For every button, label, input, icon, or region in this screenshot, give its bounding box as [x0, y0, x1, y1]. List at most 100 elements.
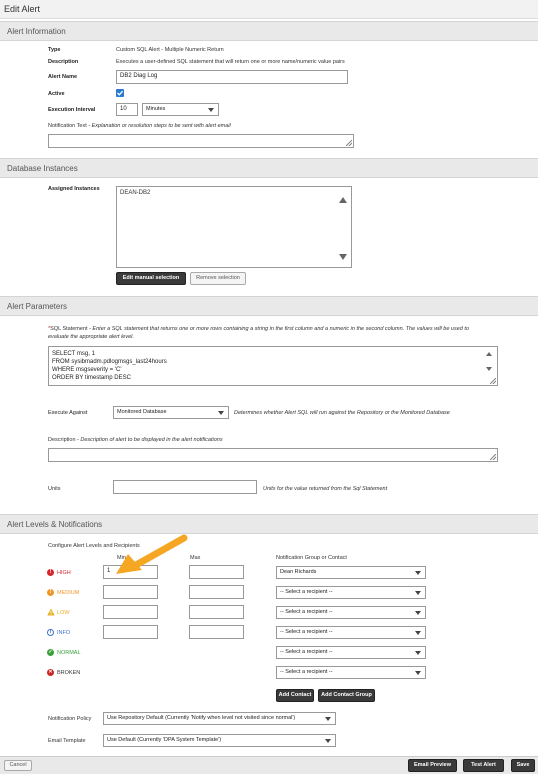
- units-label: Units: [48, 486, 61, 492]
- units-input[interactable]: [113, 480, 257, 494]
- high-recipient-select[interactable]: Dean Richards: [276, 566, 426, 579]
- low-recipient-select[interactable]: -- Select a recipient --: [276, 606, 426, 619]
- section-title: Database Instances: [7, 164, 78, 173]
- section-title: Alert Parameters: [7, 302, 68, 311]
- annotation-arrow-icon: [116, 534, 188, 574]
- execute-against-label: Execute Against: [48, 410, 88, 416]
- level-high-label: HIGH: [57, 570, 71, 576]
- resize-grip-icon[interactable]: [490, 454, 496, 460]
- save-button[interactable]: Save: [511, 759, 535, 772]
- assigned-instances-label: Assigned Instances: [48, 186, 100, 192]
- assigned-instances-list[interactable]: DEAN-DB2: [116, 186, 352, 268]
- scroll-down-icon[interactable]: [486, 367, 492, 371]
- resize-grip-icon[interactable]: [490, 378, 496, 384]
- chevron-down-icon: [415, 630, 421, 635]
- high-max-input[interactable]: [189, 565, 244, 579]
- window-title: Edit Alert: [4, 4, 41, 14]
- param-description-textarea[interactable]: [48, 448, 498, 462]
- add-contact-button[interactable]: Add Contact: [276, 689, 314, 702]
- execute-against-value: Monitored Database: [117, 409, 167, 415]
- medium-max-input[interactable]: [189, 585, 244, 599]
- edit-manual-selection-button[interactable]: Edit manual selection: [116, 272, 186, 285]
- interval-unit-value: Minutes: [146, 106, 166, 112]
- notification-text-label: Notification Text - Explanation or resol…: [48, 123, 231, 129]
- description-value: Executes a user-defined SQL statement th…: [116, 59, 345, 65]
- resize-grip-icon[interactable]: [346, 140, 352, 146]
- execute-against-select[interactable]: Monitored Database: [113, 406, 229, 419]
- section-alert-levels: Alert Levels & Notifications: [0, 514, 538, 534]
- medium-min-input[interactable]: [103, 585, 158, 599]
- checkmark-icon: [117, 90, 124, 96]
- high-level-icon: !: [47, 569, 54, 576]
- broken-level-icon: ✕: [47, 669, 54, 676]
- normal-recipient-select[interactable]: -- Select a recipient --: [276, 646, 426, 659]
- notification-policy-select[interactable]: Use Repository Default (Currently 'Notif…: [103, 712, 336, 725]
- notification-policy-value: Use Repository Default (Currently 'Notif…: [107, 715, 296, 721]
- chevron-down-icon: [415, 670, 421, 675]
- interval-unit-select[interactable]: Minutes: [142, 103, 219, 116]
- section-title: Alert Levels & Notifications: [7, 520, 103, 529]
- notification-text-textarea[interactable]: [48, 134, 354, 148]
- active-checkbox[interactable]: [116, 89, 124, 97]
- execute-against-hint: Determines whether Alert SQL will run ag…: [234, 410, 450, 416]
- chevron-down-icon: [415, 570, 421, 575]
- normal-level-icon: ✓: [47, 649, 54, 656]
- description-label: Description: [48, 59, 79, 65]
- low-min-input[interactable]: [103, 605, 158, 619]
- info-min-input[interactable]: [103, 625, 158, 639]
- low-max-input[interactable]: [189, 605, 244, 619]
- level-broken-label: BROKEN: [57, 670, 81, 676]
- scroll-up-icon[interactable]: [486, 352, 492, 356]
- type-value: Custom SQL Alert - Multiple Numeric Retu…: [116, 47, 224, 53]
- email-template-select[interactable]: Use Default (Currently 'DPA System Templ…: [103, 734, 336, 747]
- medium-recipient-select[interactable]: -- Select a recipient --: [276, 586, 426, 599]
- email-preview-button[interactable]: Email Preview: [408, 759, 457, 772]
- section-alert-information: Alert Information: [0, 21, 538, 41]
- normal-recipient-value: -- Select a recipient --: [280, 649, 333, 655]
- sql-statement-label: *SQL Statement - Enter a SQL statement t…: [48, 326, 469, 340]
- test-alert-button[interactable]: Test Alert: [463, 759, 504, 772]
- active-label: Active: [48, 91, 65, 97]
- medium-recipient-value: -- Select a recipient --: [280, 589, 333, 595]
- list-item[interactable]: DEAN-DB2: [120, 190, 150, 196]
- chevron-down-icon: [208, 107, 214, 112]
- chevron-down-icon: [415, 610, 421, 615]
- info-max-input[interactable]: [189, 625, 244, 639]
- sql-statement-textarea[interactable]: SELECT msg, 1 FROM sysibmadm.pdlogmsgs_l…: [48, 346, 498, 386]
- type-label: Type: [48, 47, 61, 53]
- broken-recipient-value: -- Select a recipient --: [280, 669, 333, 675]
- cancel-button[interactable]: Cancel: [4, 760, 32, 771]
- low-level-icon: [47, 608, 55, 618]
- section-title: Alert Information: [7, 27, 66, 36]
- info-level-icon: i: [47, 629, 54, 636]
- high-recipient-value: Dean Richards: [280, 569, 317, 575]
- chevron-down-icon: [218, 410, 224, 415]
- param-description-label: Description - Description of alert to be…: [48, 437, 223, 443]
- email-template-value: Use Default (Currently 'DPA System Templ…: [107, 737, 222, 743]
- scroll-up-icon[interactable]: [339, 197, 347, 203]
- section-database-instances: Database Instances: [0, 158, 538, 178]
- add-contact-group-button[interactable]: Add Contact Group: [318, 689, 375, 702]
- window-title-bar: Edit Alert: [0, 0, 538, 19]
- level-normal-label: NORMAL: [57, 650, 81, 656]
- footer-bar: [0, 756, 538, 774]
- alert-name-label: Alert Name: [48, 74, 78, 80]
- info-recipient-select[interactable]: -- Select a recipient --: [276, 626, 426, 639]
- info-recipient-value: -- Select a recipient --: [280, 629, 333, 635]
- execution-interval-input[interactable]: 10: [116, 103, 138, 116]
- low-recipient-value: -- Select a recipient --: [280, 609, 333, 615]
- chevron-down-icon: [325, 716, 331, 721]
- level-info-label: INFO: [57, 630, 71, 636]
- section-alert-parameters: Alert Parameters: [0, 296, 538, 316]
- broken-recipient-select[interactable]: -- Select a recipient --: [276, 666, 426, 679]
- sql-code: SELECT msg, 1 FROM sysibmadm.pdlogmsgs_l…: [52, 351, 167, 381]
- medium-level-icon: !: [47, 589, 54, 596]
- warning-triangle-icon: [47, 608, 55, 616]
- units-hint: Units for the value returned from the Sq…: [263, 486, 388, 492]
- alert-name-input[interactable]: DB2 Diag Log: [116, 70, 348, 84]
- execution-interval-label: Execution Interval: [48, 107, 96, 113]
- chevron-down-icon: [415, 590, 421, 595]
- remove-selection-button[interactable]: Remove selection: [190, 272, 246, 285]
- scroll-down-icon[interactable]: [339, 254, 347, 260]
- email-template-label: Email Template: [48, 738, 86, 744]
